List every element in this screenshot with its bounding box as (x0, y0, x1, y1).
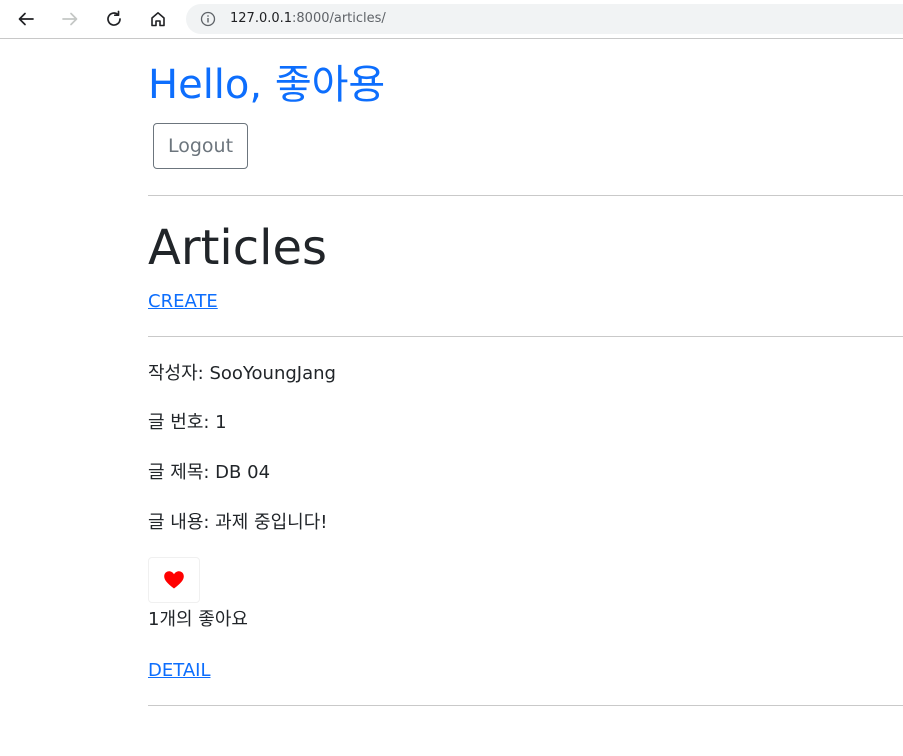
browser-toolbar: 127.0.0.1:8000/articles/ (0, 0, 903, 39)
greeting-heading: Hello, 좋아용 (148, 62, 386, 108)
arrow-left-icon (18, 12, 34, 26)
article-content: 글 내용: 과제 중입니다! (148, 512, 328, 533)
create-link[interactable]: CREATE (148, 291, 218, 313)
home-button[interactable] (145, 6, 171, 32)
page-title: Articles (148, 220, 327, 276)
article-number: 글 번호: 1 (148, 412, 227, 433)
forward-button[interactable] (57, 6, 83, 32)
info-icon[interactable] (200, 11, 216, 27)
url-host: 127.0.0.1 (230, 11, 293, 26)
url-text[interactable]: 127.0.0.1:8000/articles/ (230, 11, 386, 27)
reload-icon (107, 10, 121, 26)
home-icon (151, 12, 165, 27)
logout-button[interactable]: Logout (153, 123, 248, 169)
divider (148, 195, 903, 196)
url-path: :8000/articles/ (292, 11, 386, 26)
like-count: 1개의 좋아요 (148, 609, 248, 630)
divider (148, 705, 903, 706)
like-button[interactable] (148, 557, 200, 603)
arrow-right-icon (62, 12, 78, 26)
reload-button[interactable] (101, 6, 127, 32)
article-title: 글 제목: DB 04 (148, 462, 271, 483)
address-bar[interactable]: 127.0.0.1:8000/articles/ (186, 4, 903, 34)
detail-link[interactable]: DETAIL (148, 660, 210, 682)
divider (148, 336, 903, 337)
back-button[interactable] (13, 6, 39, 32)
heart-icon (164, 571, 184, 589)
article-author: 작성자: SooYoungJang (148, 363, 336, 384)
